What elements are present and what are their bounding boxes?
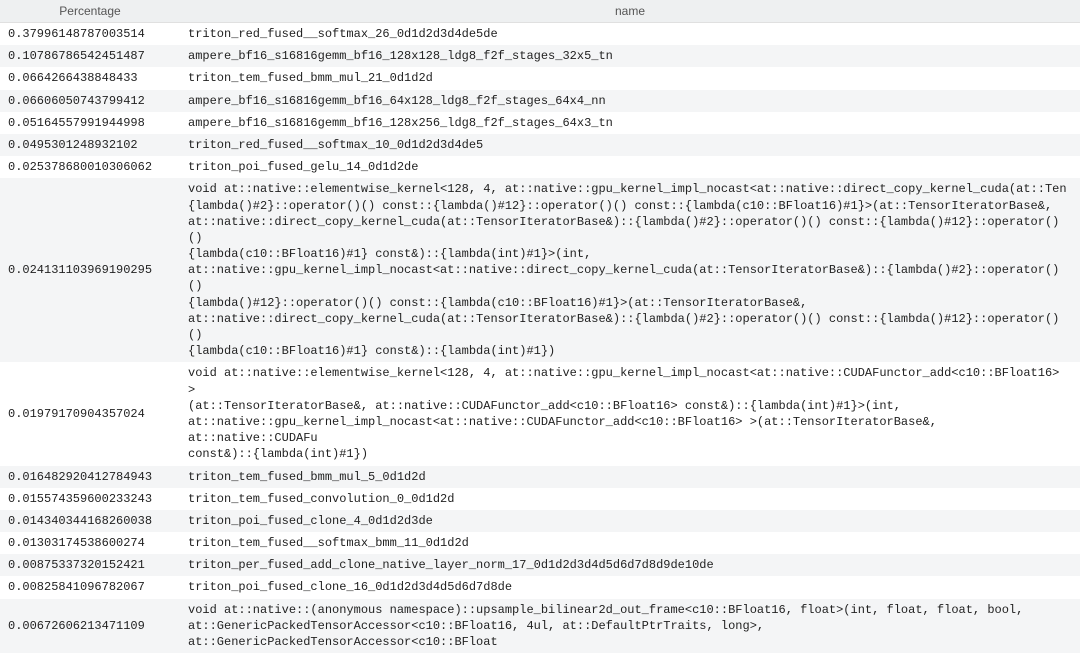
table-row[interactable]: 0.05164557991944998ampere_bf16_s16816gem… (0, 112, 1080, 134)
cell-percentage: 0.00672606213471109 (0, 599, 180, 653)
cell-percentage: 0.025378680010306062 (0, 156, 180, 178)
cell-name: ampere_bf16_s16816gemm_bf16_128x128_ldg8… (180, 45, 1080, 67)
cell-percentage: 0.015574359600233243 (0, 488, 180, 510)
cell-name: triton_poi_fused_clone_4_0d1d2d3de (180, 510, 1080, 532)
cell-percentage: 0.00825841096782067 (0, 576, 180, 598)
cell-name: void at::native::elementwise_kernel<128,… (180, 362, 1080, 465)
profile-table: Percentage name 0.37996148787003514trito… (0, 0, 1080, 653)
cell-name: triton_per_fused_add_clone_native_layer_… (180, 554, 1080, 576)
cell-percentage: 0.024131103969190295 (0, 178, 180, 362)
table-row[interactable]: 0.10786786542451487ampere_bf16_s16816gem… (0, 45, 1080, 67)
cell-percentage: 0.06606050743799412 (0, 90, 180, 112)
cell-name: triton_tem_fused__softmax_bmm_11_0d1d2d (180, 532, 1080, 554)
cell-percentage: 0.0664266438848433 (0, 67, 180, 89)
cell-name: triton_poi_fused_clone_16_0d1d2d3d4d5d6d… (180, 576, 1080, 598)
cell-percentage: 0.37996148787003514 (0, 23, 180, 46)
table-row[interactable]: 0.00875337320152421triton_per_fused_add_… (0, 554, 1080, 576)
table-body: 0.37996148787003514triton_red_fused__sof… (0, 23, 1080, 653)
cell-percentage: 0.05164557991944998 (0, 112, 180, 134)
cell-name: ampere_bf16_s16816gemm_bf16_128x256_ldg8… (180, 112, 1080, 134)
table-row[interactable]: 0.06606050743799412ampere_bf16_s16816gem… (0, 90, 1080, 112)
cell-percentage: 0.00875337320152421 (0, 554, 180, 576)
header-row: Percentage name (0, 0, 1080, 23)
table-row[interactable]: 0.00825841096782067triton_poi_fused_clon… (0, 576, 1080, 598)
table-row[interactable]: 0.01979170904357024void at::native::elem… (0, 362, 1080, 465)
column-header-name[interactable]: name (180, 0, 1080, 23)
cell-percentage: 0.01303174538600274 (0, 532, 180, 554)
column-header-percentage[interactable]: Percentage (0, 0, 180, 23)
cell-percentage: 0.01979170904357024 (0, 362, 180, 465)
cell-name: triton_tem_fused_bmm_mul_21_0d1d2d (180, 67, 1080, 89)
cell-percentage: 0.0495301248932102 (0, 134, 180, 156)
cell-name: triton_red_fused__softmax_26_0d1d2d3d4de… (180, 23, 1080, 46)
table-row[interactable]: 0.0664266438848433triton_tem_fused_bmm_m… (0, 67, 1080, 89)
table-row[interactable]: 0.37996148787003514triton_red_fused__sof… (0, 23, 1080, 46)
table-row[interactable]: 0.025378680010306062triton_poi_fused_gel… (0, 156, 1080, 178)
cell-name: void at::native::(anonymous namespace)::… (180, 599, 1080, 653)
table-row[interactable]: 0.0495301248932102triton_red_fused__soft… (0, 134, 1080, 156)
table-row[interactable]: 0.01303174538600274triton_tem_fused__sof… (0, 532, 1080, 554)
cell-percentage: 0.016482920412784943 (0, 466, 180, 488)
cell-name: triton_poi_fused_gelu_14_0d1d2de (180, 156, 1080, 178)
cell-name: triton_tem_fused_bmm_mul_5_0d1d2d (180, 466, 1080, 488)
cell-name: void at::native::elementwise_kernel<128,… (180, 178, 1080, 362)
cell-name: ampere_bf16_s16816gemm_bf16_64x128_ldg8_… (180, 90, 1080, 112)
cell-percentage: 0.014340344168260038 (0, 510, 180, 532)
cell-name: triton_red_fused__softmax_10_0d1d2d3d4de… (180, 134, 1080, 156)
table-row[interactable]: 0.024131103969190295void at::native::ele… (0, 178, 1080, 362)
table-row[interactable]: 0.015574359600233243triton_tem_fused_con… (0, 488, 1080, 510)
cell-name: triton_tem_fused_convolution_0_0d1d2d (180, 488, 1080, 510)
table-row[interactable]: 0.00672606213471109void at::native::(ano… (0, 599, 1080, 653)
table-row[interactable]: 0.014340344168260038triton_poi_fused_clo… (0, 510, 1080, 532)
cell-percentage: 0.10786786542451487 (0, 45, 180, 67)
table-row[interactable]: 0.016482920412784943triton_tem_fused_bmm… (0, 466, 1080, 488)
